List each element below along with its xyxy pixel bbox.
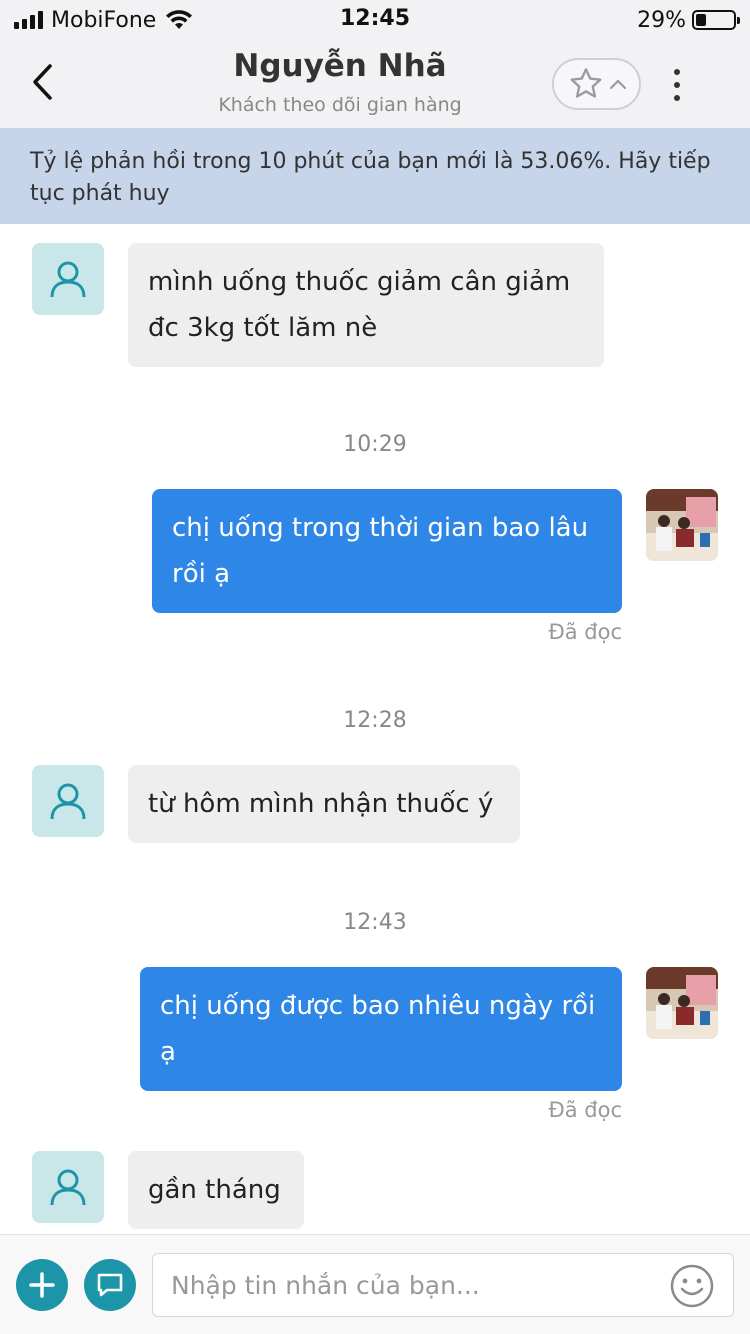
incoming-message[interactable]: từ hôm mình nhận thuốc ý <box>128 765 520 843</box>
status-bar: MobiFone 12:45 29% <box>0 0 750 40</box>
user-icon <box>50 783 86 820</box>
read-status: Đã đọc <box>548 1098 622 1122</box>
my-avatar[interactable] <box>646 967 718 1039</box>
message-composer <box>0 1234 750 1334</box>
timestamp: 12:43 <box>343 910 407 935</box>
contact-avatar[interactable] <box>32 1151 104 1223</box>
contact-avatar[interactable] <box>32 243 104 315</box>
timestamp: 10:29 <box>343 432 407 457</box>
response-rate-banner: Tỷ lệ phản hồi trong 10 phút của bạn mới… <box>0 128 750 224</box>
battery-percent: 29% <box>637 7 686 33</box>
user-icon <box>50 1169 86 1206</box>
avatar-photo <box>646 967 718 1039</box>
contact-avatar[interactable] <box>32 765 104 837</box>
message-line: ạ <box>160 1037 176 1067</box>
incoming-message[interactable]: mình uống thuốc giảm cân giảm đc 3kg tốt… <box>128 243 604 367</box>
emoji-icon <box>670 1264 714 1308</box>
message-line: gần tháng <box>148 1175 281 1205</box>
my-avatar[interactable] <box>646 489 718 561</box>
more-vertical-icon[interactable] <box>660 62 694 108</box>
message-line: chị uống được bao nhiêu ngày rồi <box>160 991 596 1021</box>
timestamp: 12:28 <box>343 708 407 733</box>
battery-level <box>696 14 707 26</box>
avatar-photo <box>646 489 718 561</box>
chat-bubble-icon <box>97 1273 123 1297</box>
plus-icon <box>29 1272 55 1298</box>
outgoing-message[interactable]: chị uống trong thời gian bao lâu rồi ạ <box>152 489 622 613</box>
message-input[interactable] <box>171 1254 651 1316</box>
quick-reply-button[interactable] <box>84 1259 136 1311</box>
user-icon <box>50 261 86 298</box>
emoji-button[interactable] <box>669 1263 715 1309</box>
incoming-message[interactable]: gần tháng <box>128 1151 304 1229</box>
message-line: rồi ạ <box>172 559 231 589</box>
battery-icon <box>692 10 740 30</box>
outgoing-message[interactable]: chị uống được bao nhiêu ngày rồi ạ <box>140 967 622 1091</box>
star-icon <box>570 68 601 98</box>
chat-header: Nguyễn Nhã Khách theo dõi gian hàng <box>0 40 750 128</box>
chevron-up-icon <box>609 79 626 90</box>
add-attachment-button[interactable] <box>16 1259 68 1311</box>
message-line: chị uống trong thời gian bao lâu <box>172 513 589 543</box>
favorite-toggle[interactable] <box>552 58 641 110</box>
message-field[interactable] <box>152 1253 734 1317</box>
read-status: Đã đọc <box>548 620 622 644</box>
message-line: mình uống thuốc giảm cân giảm <box>148 267 571 297</box>
status-right: 29% <box>637 6 740 34</box>
message-line: đc 3kg tốt lăm nè <box>148 313 378 343</box>
message-line: từ hôm mình nhận thuốc ý <box>148 789 494 819</box>
